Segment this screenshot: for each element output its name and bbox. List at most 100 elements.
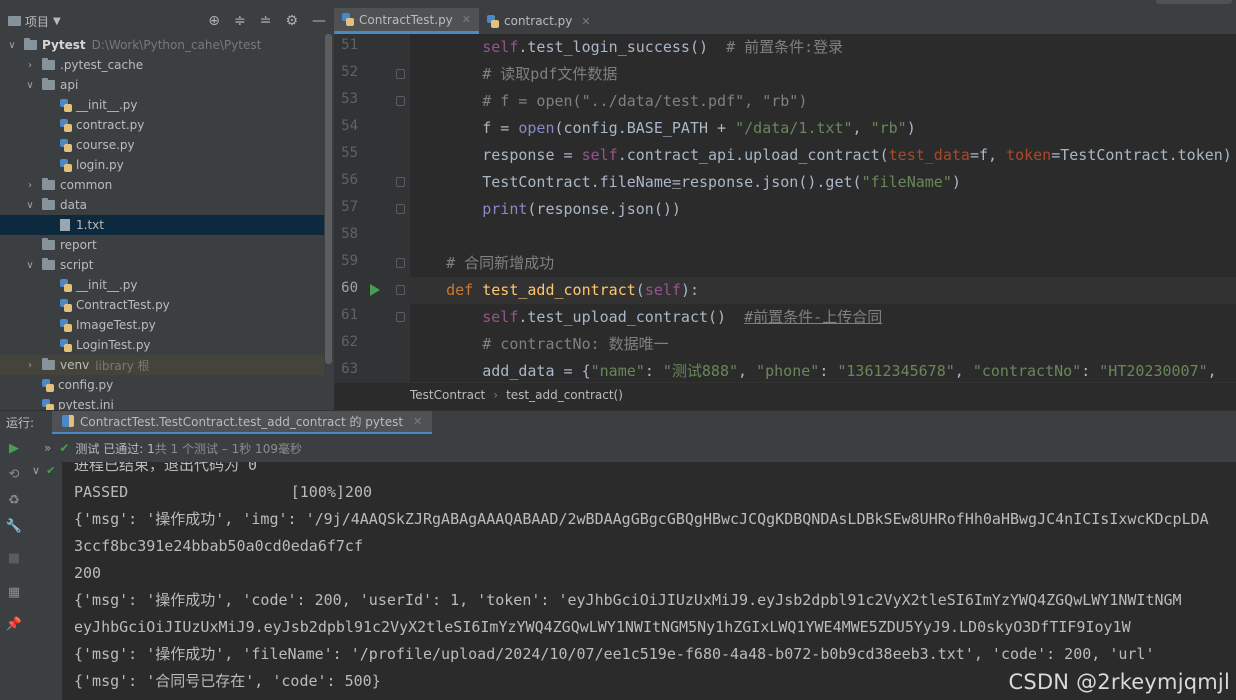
- expand-all-icon[interactable]: ≑: [234, 13, 246, 29]
- run-test-icon[interactable]: [370, 284, 380, 296]
- chevron-right-icon[interactable]: ›: [24, 360, 36, 371]
- fold-marker-icon[interactable]: [396, 204, 405, 214]
- tree-item-label: ImageTest.py: [76, 318, 156, 332]
- folder-icon: [42, 198, 55, 210]
- code-line: TestContract.fileName=response.json().ge…: [482, 173, 961, 191]
- line-number: 56: [341, 172, 358, 188]
- rerun-failed-icon[interactable]: ⟲: [6, 466, 22, 482]
- line-number: 60: [341, 280, 358, 296]
- gear-icon[interactable]: ⚙: [285, 13, 298, 29]
- chevron-down-icon[interactable]: ∨: [6, 40, 18, 51]
- minimize-icon[interactable]: —: [312, 13, 326, 29]
- tree-scrollbar[interactable]: [325, 34, 332, 364]
- tree-item[interactable]: config.py: [0, 375, 324, 395]
- chevron-down-icon[interactable]: ∨: [24, 200, 36, 211]
- tree-item[interactable]: ∨ api: [0, 75, 324, 95]
- editor-tab[interactable]: ContractTest.py ✕: [334, 8, 480, 34]
- tree-item-label: venv: [60, 358, 90, 372]
- folder-icon: [42, 238, 55, 250]
- locate-icon[interactable]: ⊕: [208, 13, 220, 29]
- close-icon[interactable]: ✕: [581, 15, 590, 28]
- console-output[interactable]: 进程已结束，退出代码为 0 PASSED [100%]200 {'msg': '操作…: [62, 462, 1236, 700]
- close-icon[interactable]: ✕: [413, 415, 422, 428]
- breadcrumb-separator: ›: [493, 387, 499, 402]
- code-line: print(response.json()): [482, 200, 681, 218]
- python-file-icon: [60, 278, 72, 292]
- breadcrumb-class[interactable]: TestContract: [410, 388, 485, 402]
- line-number: 52: [341, 64, 358, 80]
- tree-item-hint: library 根: [95, 358, 150, 373]
- run-tab[interactable]: ContractTest.TestContract.test_add_contr…: [52, 410, 433, 435]
- collapse-all-icon[interactable]: ≐: [260, 13, 272, 29]
- chevron-down-icon[interactable]: ∨: [24, 80, 36, 91]
- tree-item[interactable]: ∨ script: [0, 255, 324, 275]
- fold-marker-icon[interactable]: [396, 69, 405, 79]
- line-number: 58: [341, 226, 358, 242]
- line-number: 57: [341, 199, 358, 215]
- code-line: # 合同新增成功: [446, 254, 555, 272]
- chevron-down-icon: ▼: [53, 15, 61, 27]
- tree-item[interactable]: ∨ data: [0, 195, 324, 215]
- tree-item-label: report: [60, 238, 97, 252]
- editor-tab[interactable]: contract.py ✕: [479, 8, 599, 34]
- chevron-down-icon[interactable]: ∨: [24, 260, 36, 271]
- tree-item[interactable]: › venv library 根: [0, 355, 324, 375]
- python-file-icon: [342, 13, 354, 26]
- code-editor[interactable]: self.test_login_success() # 前置条件:登录 # 读取…: [410, 34, 1236, 382]
- fold-marker-icon[interactable]: [396, 96, 405, 106]
- code-line: f = open(config.BASE_PATH + "/data/1.txt…: [482, 119, 916, 137]
- tree-item[interactable]: ∨ Pytest D:\Work\Python_cahe\Pytest: [0, 35, 324, 55]
- tree-item[interactable]: __init__.py: [0, 275, 324, 295]
- chevron-right-icon[interactable]: ›: [24, 60, 36, 71]
- line-number: 62: [341, 334, 358, 350]
- fold-marker-icon[interactable]: [396, 312, 405, 322]
- tree-item[interactable]: contract.py: [0, 115, 324, 135]
- tree-item-label: api: [60, 78, 79, 92]
- tree-item[interactable]: report: [0, 235, 324, 255]
- pin-icon[interactable]: 📌: [6, 616, 22, 632]
- editor-tabs: ContractTest.py ✕ contract.py ✕: [334, 8, 1236, 34]
- rerun-icon[interactable]: ▶: [6, 440, 22, 456]
- folder-icon: [24, 38, 37, 50]
- tree-item-label: __init__.py: [76, 98, 138, 112]
- console-line: 3ccf8bc391e24bbab50a0cd0eda6f7cf: [74, 537, 363, 555]
- test-tree-root[interactable]: ∨ ✔: [32, 464, 55, 477]
- project-view-selector[interactable]: 项目 ▼: [8, 13, 61, 30]
- tree-item[interactable]: › common: [0, 175, 324, 195]
- python-file-icon: [487, 14, 500, 28]
- console-line: {'msg': '操作成功', 'code': 200, 'userId': 1…: [74, 591, 1182, 609]
- code-line: self.test_login_success() # 前置条件:登录: [482, 38, 844, 56]
- tree-item[interactable]: LoginTest.py: [0, 335, 324, 355]
- tree-item[interactable]: course.py: [0, 135, 324, 155]
- tree-item[interactable]: ImageTest.py: [0, 315, 324, 335]
- tree-item[interactable]: login.py: [0, 155, 324, 175]
- tree-item[interactable]: › .pytest_cache: [0, 55, 324, 75]
- line-number: 63: [341, 361, 358, 377]
- layout-icon[interactable]: ▦: [6, 584, 22, 600]
- breadcrumb-method[interactable]: test_add_contract(): [506, 388, 623, 402]
- stop-icon[interactable]: ■: [6, 550, 22, 566]
- editor-tab-label: ContractTest.py: [359, 12, 453, 27]
- python-file-icon: [60, 158, 72, 172]
- tree-item-label: config.py: [58, 378, 114, 392]
- tree-item[interactable]: 1.txt: [0, 215, 324, 235]
- tree-item[interactable]: pytest.ini: [0, 395, 324, 410]
- close-icon[interactable]: ✕: [462, 13, 471, 26]
- tree-item[interactable]: ContractTest.py: [0, 295, 324, 315]
- line-number: 55: [341, 145, 358, 161]
- folder-icon: [8, 16, 21, 26]
- code-line: add_data = {"name": "测试888", "phone": "1…: [482, 362, 1226, 380]
- window-control[interactable]: [1156, 0, 1232, 4]
- line-number: 54: [341, 118, 358, 134]
- fold-marker-icon[interactable]: [396, 285, 405, 295]
- wrench-icon[interactable]: 🔧: [6, 518, 22, 534]
- line-number: 51: [341, 37, 358, 53]
- code-line: # contractNo: 数据唯一: [482, 335, 669, 353]
- fold-marker-icon[interactable]: [396, 258, 405, 268]
- tree-item[interactable]: __init__.py: [0, 95, 324, 115]
- chevron-right-icon[interactable]: ›: [24, 180, 36, 191]
- fold-marker-icon[interactable]: [396, 177, 405, 187]
- console-line: {'msg': '合同号已存在', 'code': 500}: [74, 672, 381, 690]
- double-chevron-icon[interactable]: »: [44, 441, 51, 455]
- toggle-auto-test-icon[interactable]: ♻: [6, 492, 22, 508]
